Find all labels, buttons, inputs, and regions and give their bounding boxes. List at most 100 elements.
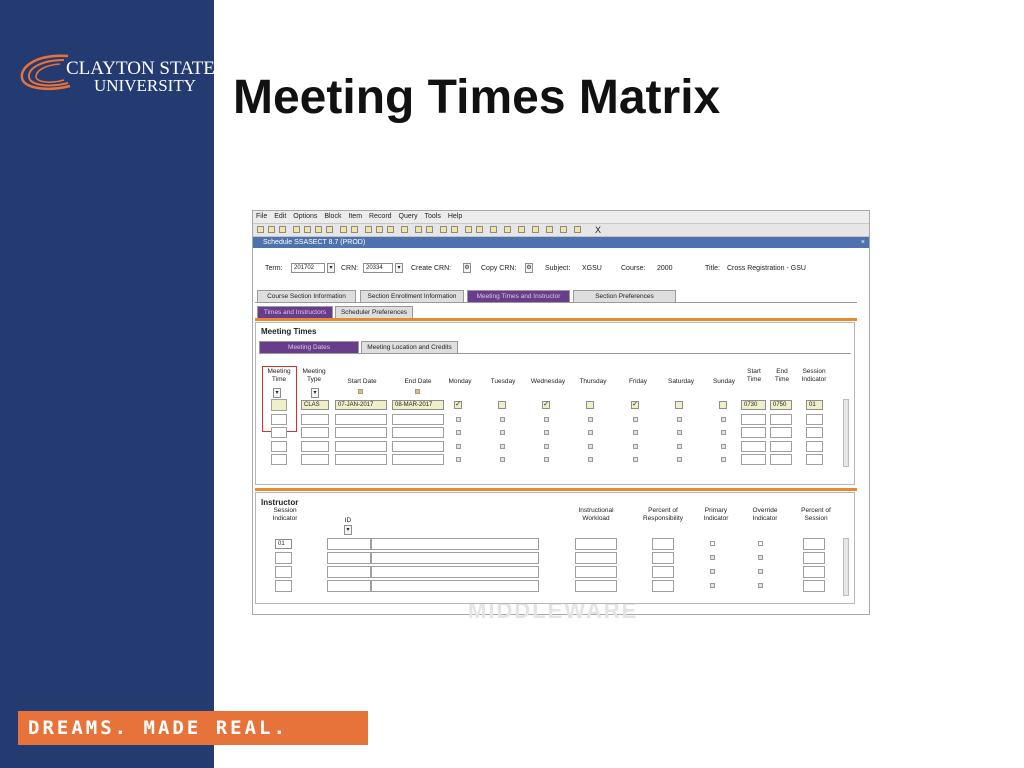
- meeting-type-dropdown-icon[interactable]: ▾: [311, 388, 319, 398]
- instructor-row-cell[interactable]: [575, 552, 617, 564]
- meeting-row-cell[interactable]: [301, 454, 329, 465]
- instructor-row-cell[interactable]: [652, 580, 674, 592]
- instructor-row-cell[interactable]: [652, 552, 674, 564]
- meeting-row-cell[interactable]: [741, 440, 766, 452]
- day-checkbox[interactable]: [633, 416, 638, 422]
- meeting-time-cell[interactable]: [271, 399, 287, 411]
- meeting-row-cell[interactable]: [770, 413, 792, 425]
- day-checkbox[interactable]: [500, 443, 505, 449]
- meeting-row-cell[interactable]: [335, 454, 387, 465]
- tab-meeting-times-and-instructor[interactable]: Meeting Times and Instructor: [467, 290, 570, 302]
- meeting-row-cell[interactable]: [770, 440, 792, 452]
- meeting-row-cell[interactable]: [271, 427, 287, 438]
- tab-course-section-information[interactable]: Course Section Information: [257, 290, 356, 302]
- prev-record-icon[interactable]: [465, 226, 472, 233]
- meeting-row-cell[interactable]: [741, 413, 766, 425]
- saturday-checkbox[interactable]: [675, 401, 683, 409]
- day-checkbox[interactable]: [677, 416, 682, 422]
- instructor-row-cell[interactable]: [652, 538, 674, 550]
- bookmark-icon[interactable]: [490, 226, 497, 233]
- menu-tools[interactable]: Tools: [425, 211, 441, 223]
- indicator-checkbox[interactable]: [758, 555, 763, 560]
- tuesday-checkbox[interactable]: [498, 401, 506, 409]
- close-form-icon[interactable]: [518, 226, 525, 233]
- day-checkbox[interactable]: [588, 457, 593, 462]
- instructor-row-cell[interactable]: [575, 580, 617, 592]
- meeting-row-cell[interactable]: [335, 413, 387, 425]
- wednesday-checkbox[interactable]: ✓: [542, 401, 550, 409]
- day-checkbox[interactable]: [633, 457, 638, 462]
- start-date-calendar-icon[interactable]: [358, 389, 363, 394]
- remove-record-icon[interactable]: [376, 226, 383, 233]
- window-close-icon[interactable]: ×: [861, 237, 865, 248]
- day-checkbox[interactable]: [544, 443, 549, 449]
- meeting-row-cell[interactable]: [741, 454, 766, 465]
- instructor-row-cell[interactable]: [803, 580, 825, 592]
- block-next-icon[interactable]: [315, 226, 322, 233]
- day-checkbox[interactable]: [677, 443, 682, 449]
- clear-record-icon[interactable]: [387, 226, 394, 233]
- instructor-row-cell[interactable]: [327, 552, 371, 564]
- help-icon[interactable]: [504, 226, 511, 233]
- query-icon[interactable]: [340, 226, 347, 233]
- instructor-row-cell[interactable]: [371, 580, 539, 592]
- start-time-field[interactable]: 0730: [741, 400, 766, 410]
- friday-checkbox[interactable]: ✓: [631, 401, 639, 409]
- end-date-field[interactable]: 08-MAR-2017: [392, 400, 444, 410]
- meeting-row-cell[interactable]: [301, 427, 329, 438]
- attachment-icon[interactable]: [426, 226, 433, 233]
- indicator-checkbox[interactable]: [758, 541, 763, 546]
- day-checkbox[interactable]: [677, 457, 682, 462]
- menu-help[interactable]: Help: [448, 211, 462, 223]
- instructor-row-cell[interactable]: [327, 580, 371, 592]
- meeting-row-cell[interactable]: [392, 454, 444, 465]
- meeting-row-cell[interactable]: [806, 427, 823, 438]
- meeting-row-cell[interactable]: [741, 427, 766, 438]
- day-checkbox[interactable]: [456, 416, 461, 422]
- day-checkbox[interactable]: [544, 416, 549, 422]
- day-checkbox[interactable]: [544, 430, 549, 435]
- indicator-checkbox[interactable]: [710, 555, 715, 560]
- instructor-row-cell[interactable]: [803, 566, 825, 578]
- day-checkbox[interactable]: [588, 416, 593, 422]
- rollback-icon[interactable]: [268, 226, 275, 233]
- settings-icon[interactable]: [560, 226, 567, 233]
- day-checkbox[interactable]: [588, 430, 593, 435]
- meeting-row-cell[interactable]: [335, 427, 387, 438]
- page-icon[interactable]: [574, 226, 581, 233]
- day-checkbox[interactable]: [456, 443, 461, 449]
- meeting-row-cell[interactable]: [301, 413, 329, 425]
- end-date-calendar-icon[interactable]: [415, 389, 420, 394]
- copy-crn-icon[interactable]: ⚙: [525, 263, 533, 273]
- menu-block[interactable]: Block: [324, 211, 341, 223]
- create-crn-icon[interactable]: ⚙: [463, 263, 471, 273]
- tab-times-and-instructors[interactable]: Times and Instructors: [257, 306, 333, 318]
- term-field[interactable]: 201702: [291, 263, 325, 273]
- crn-field[interactable]: 20334: [363, 263, 393, 273]
- instr-session-cell[interactable]: [275, 552, 292, 564]
- day-checkbox[interactable]: [456, 430, 461, 435]
- meeting-row-cell[interactable]: [806, 440, 823, 452]
- menu-item[interactable]: Item: [348, 211, 362, 223]
- meeting-row-cell[interactable]: [271, 440, 287, 452]
- meeting-row-cell[interactable]: [271, 454, 287, 465]
- tab-meeting-location-and-credits[interactable]: Meeting Location and Credits: [361, 341, 458, 353]
- menu-record[interactable]: Record: [369, 211, 392, 223]
- day-checkbox[interactable]: [456, 457, 461, 462]
- instructor-row-cell[interactable]: [327, 538, 371, 550]
- menu-file[interactable]: File: [256, 211, 267, 223]
- day-checkbox[interactable]: [721, 457, 726, 462]
- monday-checkbox[interactable]: ✓: [454, 401, 462, 409]
- meeting-row-cell[interactable]: [392, 413, 444, 425]
- meeting-row-cell[interactable]: [301, 440, 329, 452]
- menu-query[interactable]: Query: [399, 211, 418, 223]
- meeting-times-scrollbar[interactable]: [843, 399, 849, 467]
- instructor-row-cell[interactable]: [803, 552, 825, 564]
- crn-dropdown-icon[interactable]: ▾: [395, 263, 403, 273]
- thursday-checkbox[interactable]: [586, 401, 594, 409]
- instructor-row-cell[interactable]: [575, 538, 617, 550]
- info-icon[interactable]: [532, 226, 539, 233]
- execute-query-icon[interactable]: [351, 226, 358, 233]
- meeting-row-cell[interactable]: [770, 454, 792, 465]
- indicator-checkbox[interactable]: [710, 569, 715, 574]
